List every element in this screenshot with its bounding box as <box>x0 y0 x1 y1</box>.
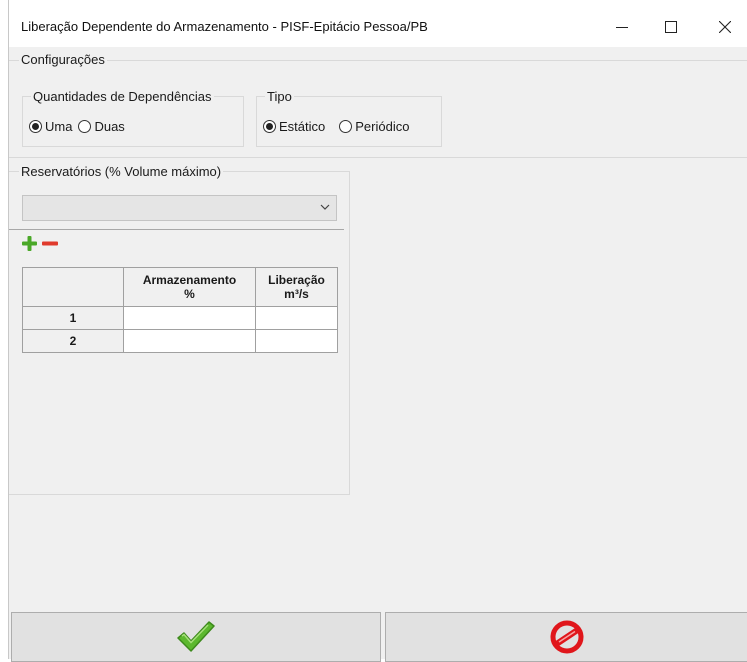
reservatorios-table: Armazenamento % Liberação m³/s 1 2 <box>22 267 338 353</box>
radio-duas-label: Duas <box>94 119 125 134</box>
config-group-line <box>9 60 747 61</box>
header-liberacao-line1: Liberação <box>268 273 325 287</box>
radio-uma-indicator[interactable] <box>29 120 42 133</box>
row-header-1: 1 <box>22 306 124 330</box>
row-header-2: 2 <box>22 329 124 353</box>
cancel-button[interactable] <box>385 612 747 662</box>
radio-periodico-label: Periódico <box>355 119 410 134</box>
plus-icon[interactable] <box>22 236 37 251</box>
dependencias-options: Uma Duas <box>29 119 131 134</box>
header-liberacao-line2: m³/s <box>284 287 309 301</box>
reservatorio-combo[interactable] <box>22 195 337 221</box>
config-group-label: Configurações <box>19 52 107 67</box>
maximize-button[interactable] <box>648 8 694 46</box>
radio-duas[interactable]: Duas <box>78 119 125 134</box>
radio-uma-label: Uma <box>45 119 73 134</box>
cell-liberacao-1[interactable] <box>255 306 338 330</box>
reservatorios-label: Reservatórios (% Volume máximo) <box>19 164 224 179</box>
dependencias-label: Quantidades de Dependências <box>31 89 214 104</box>
checkmark-icon <box>177 621 215 652</box>
minus-icon[interactable] <box>42 236 58 251</box>
table-row: 1 <box>22 306 338 330</box>
cancel-icon <box>550 620 583 654</box>
radio-uma[interactable]: Uma <box>29 119 72 134</box>
ok-button[interactable] <box>11 612 381 662</box>
radio-estatico[interactable]: Estático <box>263 119 325 134</box>
cell-armazenamento-1[interactable] <box>123 306 256 330</box>
header-armazenamento-line2: % <box>184 287 195 301</box>
maximize-icon <box>665 21 677 33</box>
client-area: Configurações Quantidades de Dependência… <box>9 47 747 662</box>
header-armazenamento-line1: Armazenamento <box>142 273 237 287</box>
cell-armazenamento-2[interactable] <box>123 329 256 353</box>
radio-estatico-indicator[interactable] <box>263 120 276 133</box>
radio-periodico-indicator[interactable] <box>339 120 353 133</box>
corner-header-cell <box>22 267 124 307</box>
toolbar-separator <box>9 229 344 230</box>
dialog-window: Liberação Dependente do Armazenamento - … <box>8 0 747 662</box>
close-button[interactable] <box>702 8 747 46</box>
cell-liberacao-2[interactable] <box>255 329 338 353</box>
config-group-bottom <box>9 157 747 158</box>
title-bar: Liberação Dependente do Armazenamento - … <box>9 0 747 47</box>
table-header-row: Armazenamento % Liberação m³/s <box>22 267 338 307</box>
close-icon <box>719 21 731 33</box>
table-row: 2 <box>22 329 338 353</box>
header-armazenamento[interactable]: Armazenamento % <box>123 267 256 307</box>
header-liberacao[interactable]: Liberação m³/s <box>255 267 338 307</box>
chevron-down-icon <box>320 204 330 210</box>
window-title: Liberação Dependente do Armazenamento - … <box>21 19 428 34</box>
radio-duas-indicator[interactable] <box>78 120 92 133</box>
radio-estatico-label: Estático <box>279 119 326 134</box>
minimize-button[interactable] <box>599 8 645 46</box>
minimize-icon <box>616 27 628 28</box>
tipo-options: Estático Periódico <box>263 119 415 134</box>
tipo-label: Tipo <box>265 89 294 104</box>
radio-periodico[interactable]: Periódico <box>339 119 409 134</box>
